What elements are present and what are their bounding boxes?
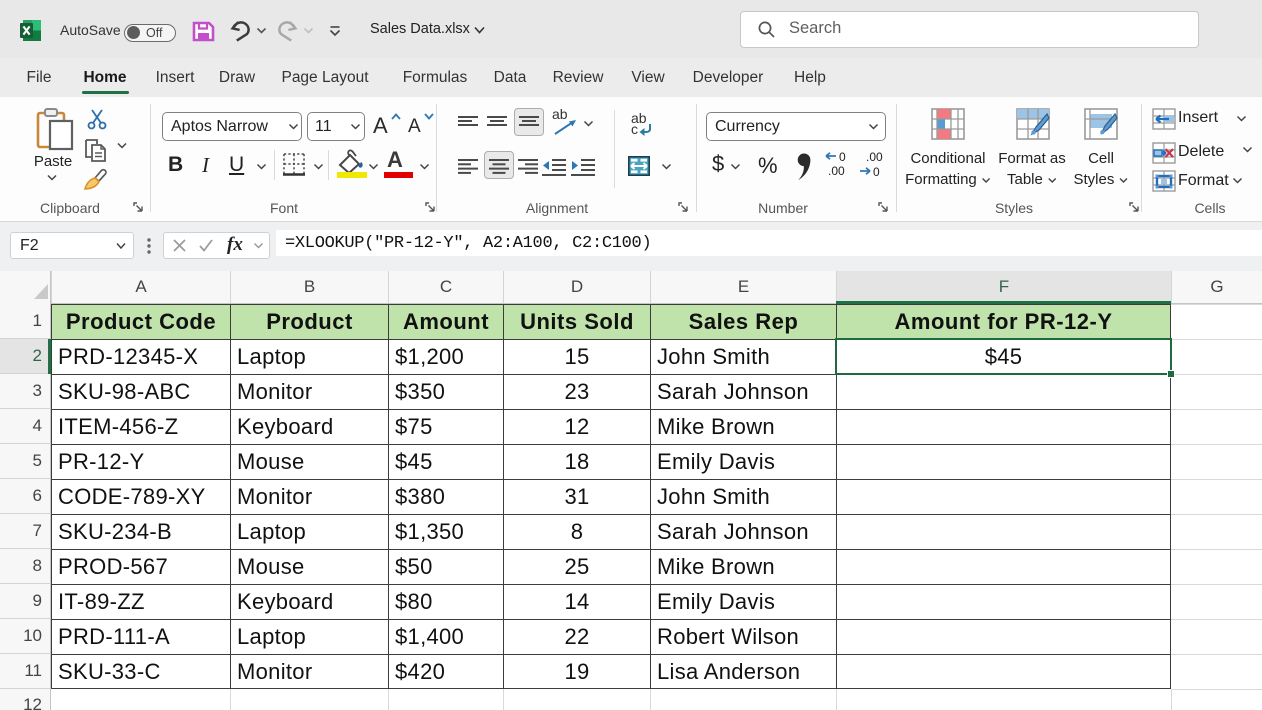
svg-text:0: 0 [839, 151, 846, 164]
svg-text:.00: .00 [866, 151, 883, 164]
svg-text:.00: .00 [828, 164, 845, 177]
svg-text:0: 0 [873, 165, 880, 177]
